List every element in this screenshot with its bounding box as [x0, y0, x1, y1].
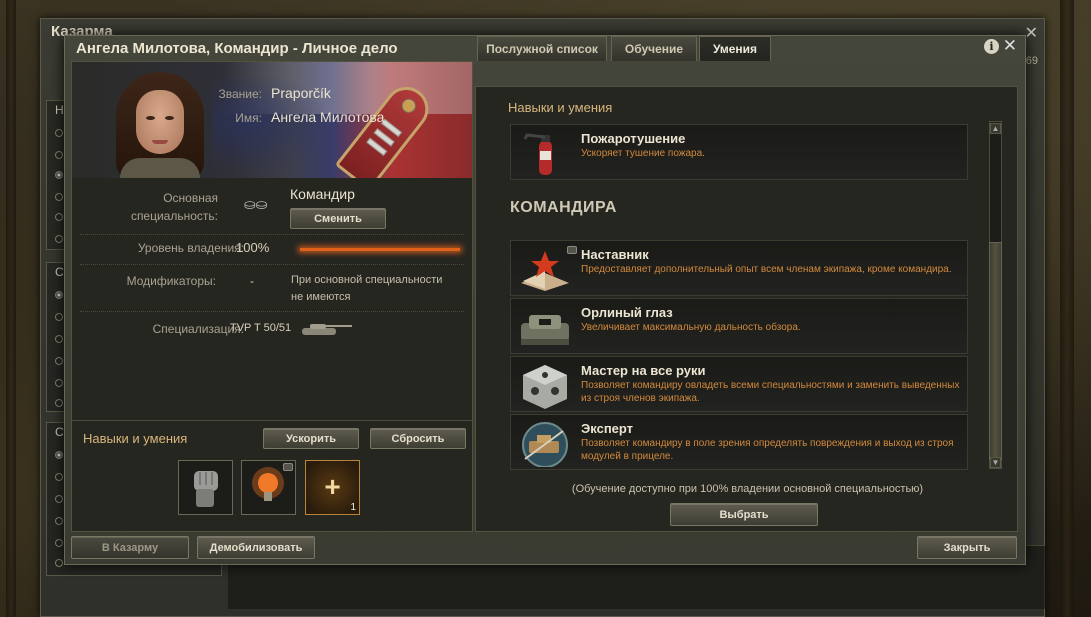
skill-description: Позволяет командиру в поле зрения опреде… [581, 438, 954, 462]
filter-radio[interactable] [55, 451, 63, 459]
skill-slot[interactable] [178, 460, 233, 515]
divider [80, 311, 464, 312]
accelerate-button[interactable]: Ускорить [263, 428, 359, 449]
commander-portrait [110, 72, 210, 178]
change-spec-button[interactable]: Сменить [290, 208, 386, 229]
mastery-progress-bar [300, 248, 460, 251]
lock-icon [567, 246, 577, 254]
eagle-eye-icon [521, 315, 569, 345]
fist-icon [194, 471, 218, 507]
crew-member-panel: Звание: Praporčík Имя: Ангела Милотова О… [71, 61, 473, 532]
skill-name: Наставник [581, 247, 649, 262]
skill-name: Орлиный глаз [581, 305, 673, 320]
primary-spec-label: Основная [163, 191, 218, 205]
filter-radio[interactable] [55, 235, 63, 243]
divider [80, 264, 464, 265]
to-barracks-button[interactable]: В Казарму [71, 536, 189, 559]
tab-service-record[interactable]: Послужной список [477, 36, 607, 61]
binoculars-icon: ⛀⛀ [244, 196, 268, 212]
close-button[interactable]: Закрыть [917, 536, 1017, 559]
demobilize-button[interactable]: Демобилизовать [197, 536, 315, 559]
skill-name: Эксперт [581, 421, 634, 436]
name-value: Ангела Милотова [271, 109, 385, 125]
filter-radio[interactable] [55, 151, 63, 159]
rank-label: Звание: [218, 87, 263, 101]
filter-radio[interactable] [55, 335, 63, 343]
new-skill-slot[interactable]: + 1 [305, 460, 360, 515]
personal-file-dialog: Ангела Милотова, Командир - Личное дело … [64, 35, 1026, 565]
skills-title: Навыки и умения [83, 431, 188, 446]
barracks-close-icon[interactable]: ✕ [1025, 23, 1038, 43]
filter-radio[interactable] [55, 213, 63, 221]
tank-icon [302, 324, 352, 335]
skill-card-expert[interactable]: Эксперт Позволяет командиру в поле зрени… [510, 414, 968, 470]
filter-radio[interactable] [55, 559, 63, 567]
filter-radio[interactable] [55, 291, 63, 299]
filter-radio[interactable] [55, 495, 63, 503]
filter-radio[interactable] [55, 193, 63, 201]
scroll-down-icon[interactable]: ▼ [990, 457, 1001, 468]
scroll-up-icon[interactable]: ▲ [990, 123, 1001, 134]
mentor-icon [521, 251, 569, 291]
select-skill-button[interactable]: Выбрать [670, 503, 818, 526]
tab-skills[interactable]: Умения [699, 36, 771, 61]
skills-scrollbar-thumb[interactable] [989, 242, 1002, 460]
name-label: Имя: [235, 111, 262, 125]
reset-button[interactable]: Сбросить [370, 428, 466, 449]
skill-slot[interactable] [241, 460, 296, 515]
skill-description: Увеличивает максимальную дальность обзор… [581, 322, 801, 333]
tree-trunk [6, 0, 16, 617]
extinguisher-icon [523, 133, 552, 175]
primary-spec-value: Командир [290, 186, 355, 202]
mastery-label: Уровень владения: [137, 241, 244, 255]
skills-list-panel: Навыки и умения Пожаротушение Ускоряет т… [475, 86, 1018, 532]
modifiers-label: Модификаторы: [126, 274, 216, 288]
filter-radio[interactable] [55, 399, 63, 407]
skill-description: Позволяет командиру овладеть всеми специ… [581, 380, 960, 404]
divider [80, 234, 464, 235]
tab-training[interactable]: Обучение [611, 36, 697, 61]
skill-points-badge: 1 [350, 502, 356, 513]
training-note: (Обучение доступно при 100% владении осн… [571, 483, 924, 495]
filter-radio[interactable] [55, 473, 63, 481]
filter-radio[interactable] [55, 357, 63, 365]
skill-card-jack-of-all-trades[interactable]: Мастер на все руки Позволяет командиру о… [510, 356, 968, 412]
portrait-banner: Звание: Praporčík Имя: Ангела Милотова [72, 62, 472, 178]
modifiers-note: При основной специальности [291, 274, 443, 286]
commander-section-header: КОМАНДИРА [510, 199, 617, 216]
barracks-count: 69 [1025, 55, 1038, 67]
skill-name: Пожаротушение [581, 131, 686, 146]
filter-radio[interactable] [55, 517, 63, 525]
skill-description: Предоставляет дополнительный опыт всем ч… [581, 264, 952, 275]
filter-radio[interactable] [55, 129, 63, 137]
skill-name: Мастер на все руки [581, 363, 706, 378]
primary-spec-label: специальность: [130, 209, 218, 223]
jack-of-all-trades-icon [523, 365, 567, 409]
skills-section-header: Навыки и умения [508, 100, 613, 115]
close-icon[interactable]: ✕ [1003, 36, 1017, 56]
lock-icon [283, 463, 293, 471]
skill-card-firefighting[interactable]: Пожаротушение Ускоряет тушение пожара. [510, 124, 968, 180]
mastery-value: 100% [236, 240, 270, 255]
filter-radio[interactable] [55, 313, 63, 321]
skill-description: Ускоряет тушение пожара. [581, 148, 705, 159]
dialog-title: Ангела Милотова, Командир - Личное дело [76, 40, 398, 57]
tree-trunk [1060, 0, 1074, 617]
modifiers-note: не имеются [291, 291, 351, 303]
filter-radio[interactable] [55, 379, 63, 387]
rank-value: Praporčík [271, 85, 331, 101]
expert-icon [522, 422, 568, 467]
skills-toolbar: Навыки и умения Ускорить Сбросить [72, 420, 472, 454]
filter-radio[interactable] [55, 539, 63, 547]
specialization-value: TVP T 50/51 [230, 322, 292, 334]
skill-card-mentor[interactable]: Наставник Предоставляет дополнительный о… [510, 240, 968, 296]
skill-card-eagle-eye[interactable]: Орлиный глаз Увеличивает максимальную да… [510, 298, 968, 354]
info-icon[interactable]: i [984, 39, 999, 54]
filter-radio[interactable] [55, 171, 63, 179]
modifiers-value: - [250, 274, 254, 288]
